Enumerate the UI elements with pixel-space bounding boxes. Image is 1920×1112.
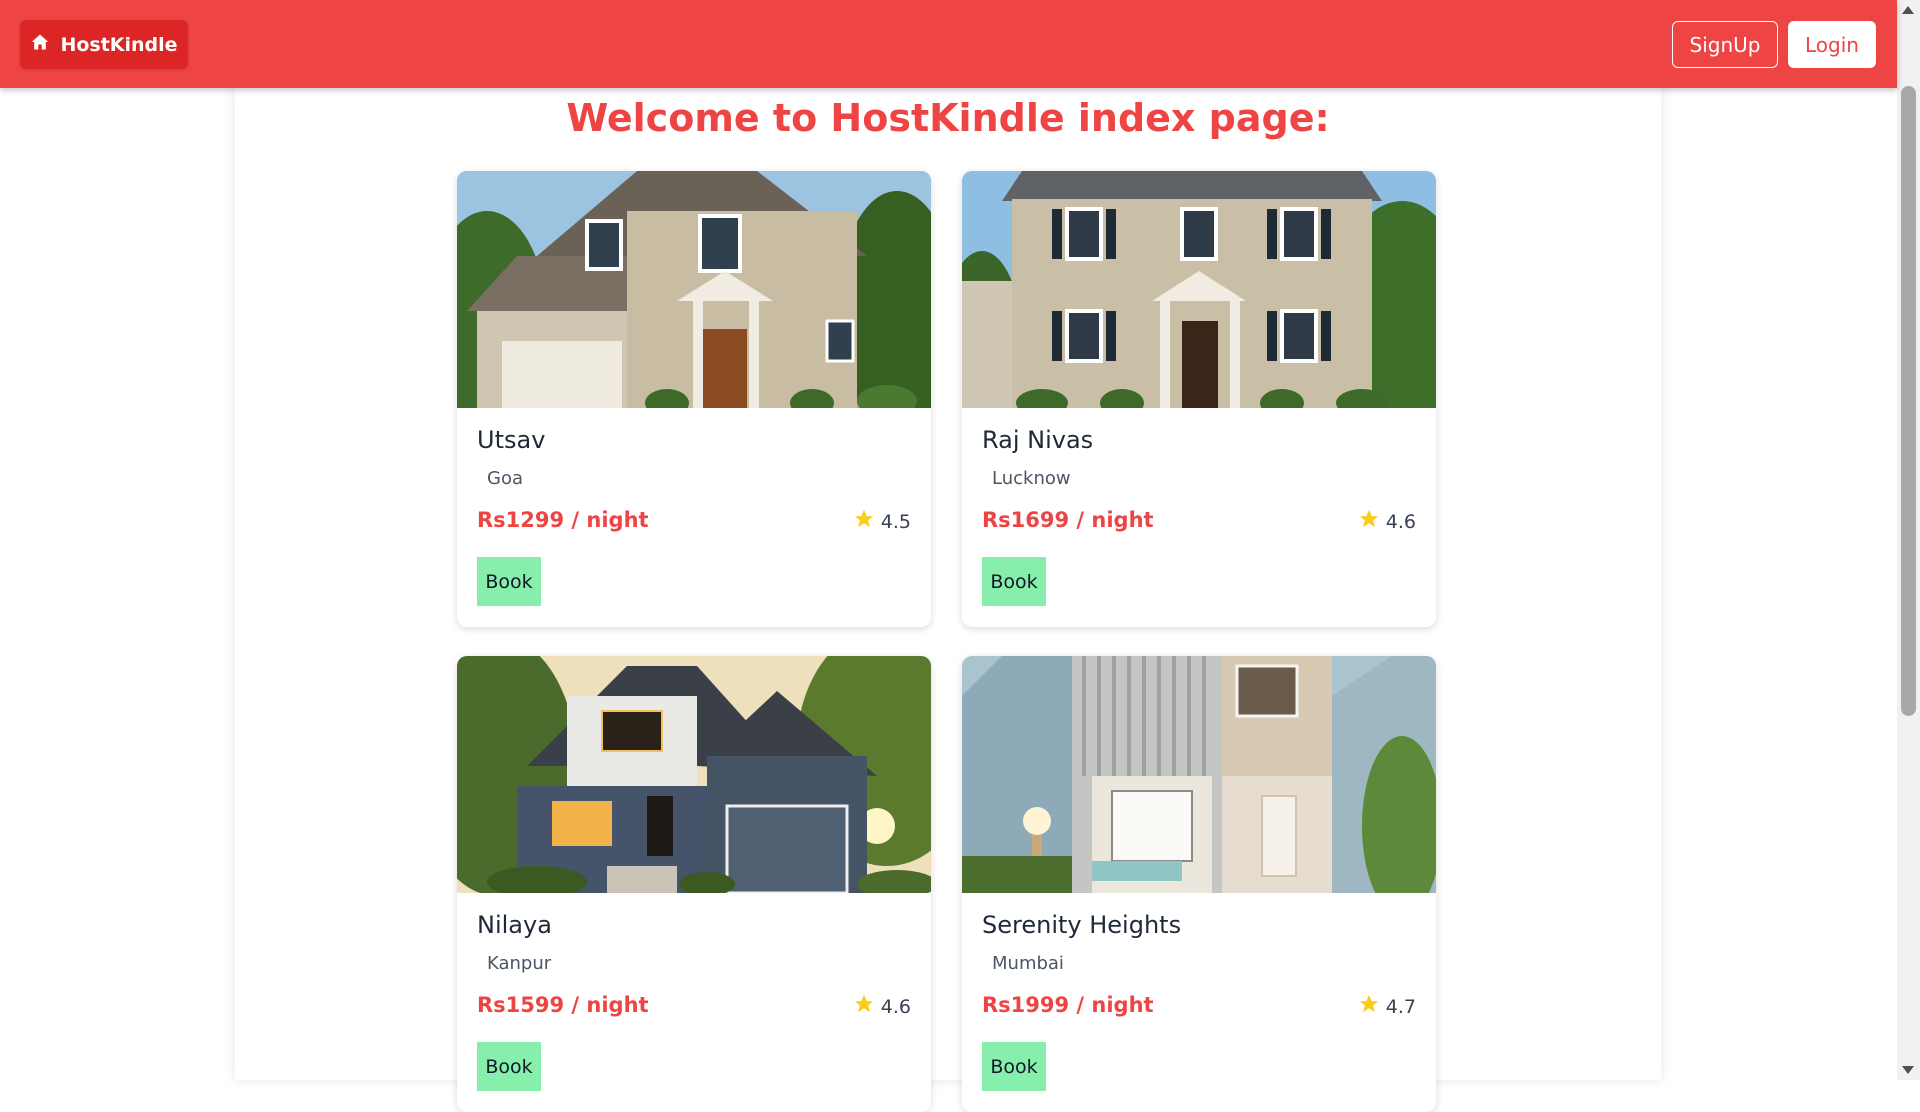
listing-location: Kanpur <box>487 953 552 974</box>
rating-value: 4.6 <box>880 995 911 1018</box>
rating-value: 4.7 <box>1385 995 1416 1018</box>
listing-rating: 4.5 <box>853 508 911 535</box>
listing-title: Nilaya <box>477 911 552 939</box>
main-container: Welcome to HostKindle index page: Utsav … <box>235 88 1661 1112</box>
listing-location: Mumbai <box>992 953 1064 974</box>
listing-rating: 4.6 <box>853 993 911 1020</box>
listing-rating: 4.6 <box>1358 508 1416 535</box>
listing-card[interactable]: Nilaya Kanpur Rs1599 / night 4.6 Book <box>457 656 931 1112</box>
listing-location: Lucknow <box>992 468 1071 489</box>
star-icon <box>853 508 875 535</box>
listing-price: Rs1699 / night <box>982 508 1154 532</box>
navbar: HostKindle SignUp Login <box>0 0 1897 88</box>
listing-location: Goa <box>487 468 523 489</box>
star-icon <box>1358 993 1380 1020</box>
listing-price: Rs1999 / night <box>982 993 1154 1017</box>
book-button[interactable]: Book <box>982 1042 1046 1091</box>
signup-button[interactable]: SignUp <box>1672 21 1778 68</box>
listing-image[interactable] <box>457 171 931 408</box>
listing-title: Serenity Heights <box>982 911 1182 939</box>
star-icon <box>853 993 875 1020</box>
star-icon <box>1358 508 1380 535</box>
scroll-down-icon[interactable] <box>1902 1066 1914 1074</box>
listing-image[interactable] <box>962 171 1436 408</box>
listing-title: Raj Nivas <box>982 426 1094 454</box>
listing-title: Utsav <box>477 426 546 454</box>
book-button[interactable]: Book <box>477 557 541 606</box>
listing-card[interactable]: Raj Nivas Lucknow Rs1699 / night 4.6 Boo… <box>962 171 1436 627</box>
home-icon <box>30 32 50 57</box>
listing-image[interactable] <box>457 656 931 893</box>
page-title: Welcome to HostKindle index page: <box>566 96 1330 140</box>
login-button[interactable]: Login <box>1788 21 1876 68</box>
listing-price: Rs1299 / night <box>477 508 649 532</box>
rating-value: 4.6 <box>1385 510 1416 533</box>
listing-card[interactable]: Utsav Goa Rs1299 / night 4.5 Book <box>457 171 931 627</box>
vertical-scrollbar[interactable] <box>1897 0 1920 1080</box>
book-button[interactable]: Book <box>982 557 1046 606</box>
listing-card[interactable]: Serenity Heights Mumbai Rs1999 / night 4… <box>962 656 1436 1112</box>
brand-link[interactable]: HostKindle <box>20 20 188 69</box>
scroll-thumb[interactable] <box>1901 86 1916 716</box>
scroll-up-icon[interactable] <box>1902 6 1914 14</box>
rating-value: 4.5 <box>880 510 911 533</box>
listing-price: Rs1599 / night <box>477 993 649 1017</box>
brand-name: HostKindle <box>60 33 178 56</box>
listing-rating: 4.7 <box>1358 993 1416 1020</box>
book-button[interactable]: Book <box>477 1042 541 1091</box>
listing-image[interactable] <box>962 656 1436 893</box>
